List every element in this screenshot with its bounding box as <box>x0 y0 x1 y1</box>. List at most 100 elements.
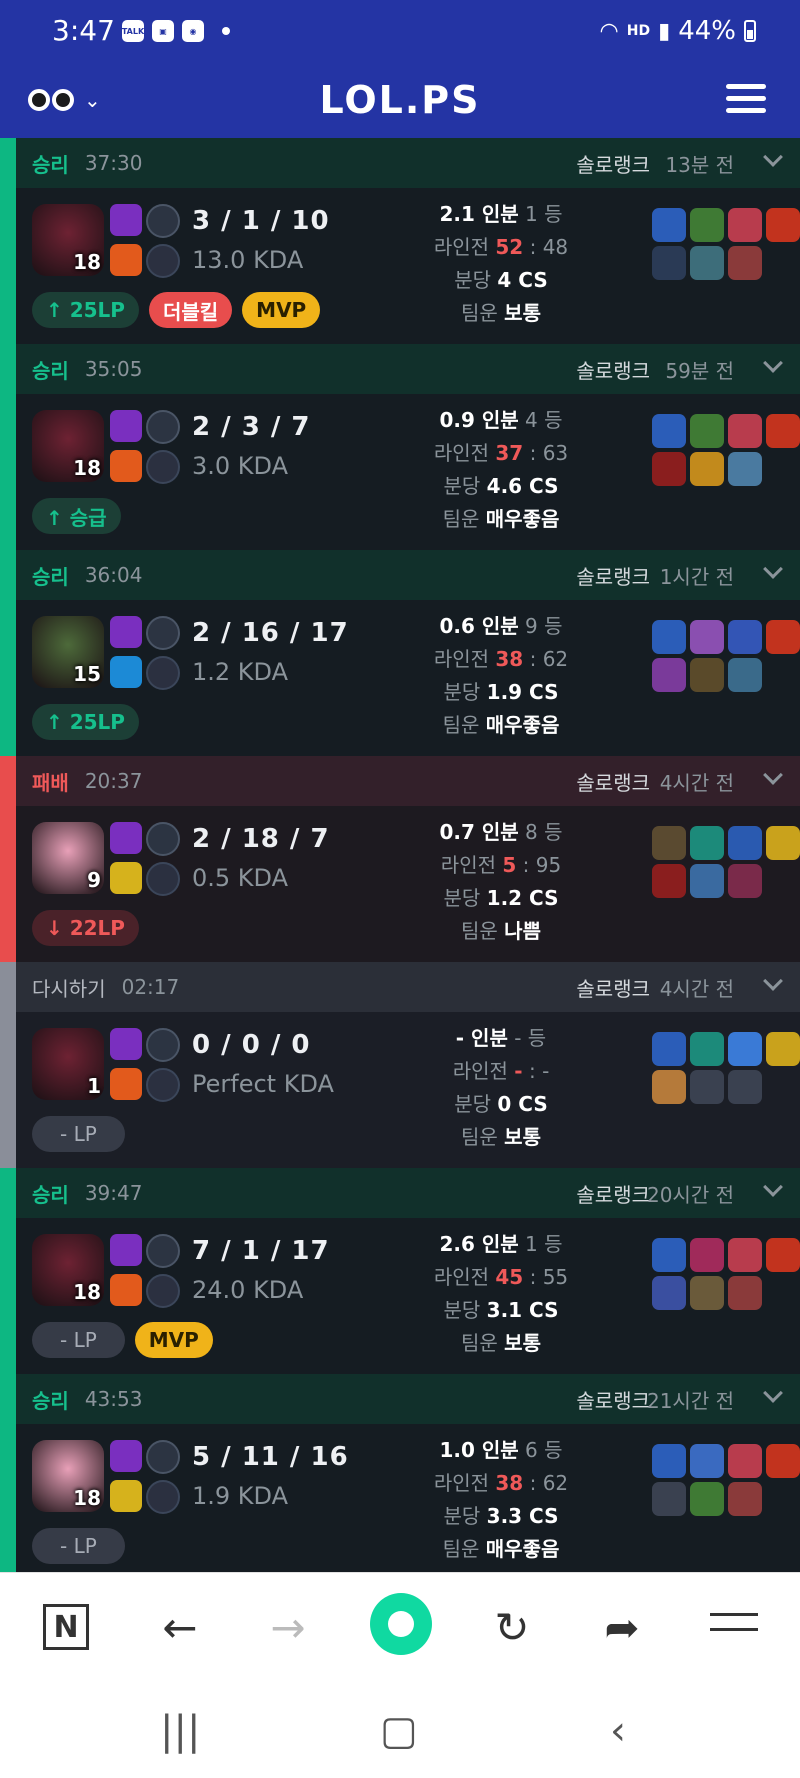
secondary-rune-icon[interactable] <box>146 1480 180 1514</box>
item-icon[interactable] <box>728 658 762 692</box>
item-icon[interactable] <box>652 208 686 242</box>
match-card[interactable]: 승리 39:47 솔로랭크 20시간 전 18 7 / 1 / 17 24.0 … <box>0 1168 800 1374</box>
summoner-spell-icon[interactable] <box>110 244 142 276</box>
expand-chevron-icon[interactable] <box>763 1383 783 1403</box>
naver-n-button[interactable]: N <box>36 1597 96 1657</box>
summoner-spell-icon[interactable] <box>110 616 142 648</box>
summoner-spell-icon[interactable] <box>110 656 142 688</box>
item-icon[interactable] <box>690 414 724 448</box>
item-icon[interactable] <box>690 864 724 898</box>
item-icon[interactable] <box>690 452 724 486</box>
item-icon[interactable] <box>652 1070 686 1104</box>
item-icon[interactable] <box>766 826 800 860</box>
summoner-spell-icon[interactable] <box>110 450 142 482</box>
summoner-spell-icon[interactable] <box>110 822 142 854</box>
share-icon[interactable]: ➦ <box>592 1597 652 1657</box>
item-icon[interactable] <box>690 1444 724 1478</box>
item-icon[interactable] <box>652 658 686 692</box>
item-icon[interactable] <box>690 658 724 692</box>
summoner-spell-icon[interactable] <box>110 204 142 236</box>
hamburger-menu-icon[interactable] <box>726 84 766 120</box>
expand-chevron-icon[interactable] <box>763 147 783 167</box>
item-icon[interactable] <box>652 1444 686 1478</box>
match-card[interactable]: 승리 43:53 솔로랭크 21시간 전 18 5 / 11 / 16 1.9 … <box>0 1374 800 1572</box>
keystone-rune-icon[interactable] <box>146 616 180 650</box>
item-icon[interactable] <box>652 414 686 448</box>
item-icon[interactable] <box>728 1482 762 1516</box>
item-icon[interactable] <box>728 452 762 486</box>
keystone-rune-icon[interactable] <box>146 1028 180 1062</box>
keystone-rune-icon[interactable] <box>146 410 180 444</box>
champion-portrait[interactable]: 18 <box>32 1234 104 1306</box>
expand-chevron-icon[interactable] <box>763 353 783 373</box>
match-card[interactable]: 다시하기 02:17 솔로랭크 4시간 전 1 0 / 0 / 0 Perfec… <box>0 962 800 1168</box>
summoner-spell-icon[interactable] <box>110 862 142 894</box>
summoner-spell-icon[interactable] <box>110 1028 142 1060</box>
recents-icon[interactable]: ||| <box>160 1708 200 1754</box>
champion-portrait[interactable]: 18 <box>32 204 104 276</box>
summoner-spell-icon[interactable] <box>110 410 142 442</box>
item-icon[interactable] <box>652 1032 686 1066</box>
summoner-spell-icon[interactable] <box>110 1234 142 1266</box>
expand-chevron-icon[interactable] <box>763 971 783 991</box>
match-card[interactable]: 승리 37:30 솔로랭크 13분 전 18 3 / 1 / 10 13.0 K… <box>0 138 800 344</box>
item-icon[interactable] <box>766 1238 800 1272</box>
item-icon[interactable] <box>652 864 686 898</box>
item-icon[interactable] <box>728 1444 762 1478</box>
summoner-spell-icon[interactable] <box>110 1274 142 1306</box>
green-home-button[interactable] <box>370 1593 432 1655</box>
item-icon[interactable] <box>652 1276 686 1310</box>
item-icon[interactable] <box>728 620 762 654</box>
item-icon[interactable] <box>766 1032 800 1066</box>
secondary-rune-icon[interactable] <box>146 1068 180 1102</box>
champion-portrait[interactable]: 9 <box>32 822 104 894</box>
keystone-rune-icon[interactable] <box>146 822 180 856</box>
item-icon[interactable] <box>652 1238 686 1272</box>
match-card[interactable]: 패배 20:37 솔로랭크 4시간 전 9 2 / 18 / 7 0.5 KDA… <box>0 756 800 962</box>
item-icon[interactable] <box>728 1238 762 1272</box>
item-icon[interactable] <box>728 414 762 448</box>
item-icon[interactable] <box>690 1238 724 1272</box>
champion-portrait[interactable]: 15 <box>32 616 104 688</box>
item-icon[interactable] <box>690 246 724 280</box>
item-icon[interactable] <box>690 208 724 242</box>
summoner-spell-icon[interactable] <box>110 1440 142 1472</box>
item-icon[interactable] <box>690 826 724 860</box>
keystone-rune-icon[interactable] <box>146 1440 180 1474</box>
item-icon[interactable] <box>690 1032 724 1066</box>
item-icon[interactable] <box>652 246 686 280</box>
champion-portrait[interactable]: 18 <box>32 410 104 482</box>
system-back-icon[interactable]: ‹ <box>610 1708 626 1754</box>
secondary-rune-icon[interactable] <box>146 244 180 278</box>
item-icon[interactable] <box>728 208 762 242</box>
item-icon[interactable] <box>690 1482 724 1516</box>
item-icon[interactable] <box>652 620 686 654</box>
item-icon[interactable] <box>652 452 686 486</box>
item-icon[interactable] <box>766 620 800 654</box>
reload-icon[interactable]: ↻ <box>482 1597 542 1657</box>
item-icon[interactable] <box>690 1276 724 1310</box>
back-icon[interactable]: ← <box>150 1597 210 1657</box>
expand-chevron-icon[interactable] <box>763 559 783 579</box>
item-icon[interactable] <box>766 1444 800 1478</box>
summoner-spell-icon[interactable] <box>110 1480 142 1512</box>
secondary-rune-icon[interactable] <box>146 862 180 896</box>
browser-menu-icon[interactable] <box>710 1613 758 1643</box>
champion-portrait[interactable]: 18 <box>32 1440 104 1512</box>
secondary-rune-icon[interactable] <box>146 656 180 690</box>
keystone-rune-icon[interactable] <box>146 204 180 238</box>
champion-portrait[interactable]: 1 <box>32 1028 104 1100</box>
match-card[interactable]: 승리 36:04 솔로랭크 1시간 전 15 2 / 16 / 17 1.2 K… <box>0 550 800 756</box>
item-icon[interactable] <box>728 826 762 860</box>
secondary-rune-icon[interactable] <box>146 1274 180 1308</box>
forward-icon[interactable]: → <box>258 1597 318 1657</box>
item-icon[interactable] <box>728 1276 762 1310</box>
secondary-rune-icon[interactable] <box>146 450 180 484</box>
item-icon[interactable] <box>728 1032 762 1066</box>
match-card[interactable]: 승리 35:05 솔로랭크 59분 전 18 2 / 3 / 7 3.0 KDA… <box>0 344 800 550</box>
expand-chevron-icon[interactable] <box>763 1177 783 1197</box>
keystone-rune-icon[interactable] <box>146 1234 180 1268</box>
item-icon[interactable] <box>766 414 800 448</box>
expand-chevron-icon[interactable] <box>763 765 783 785</box>
item-icon[interactable] <box>652 826 686 860</box>
